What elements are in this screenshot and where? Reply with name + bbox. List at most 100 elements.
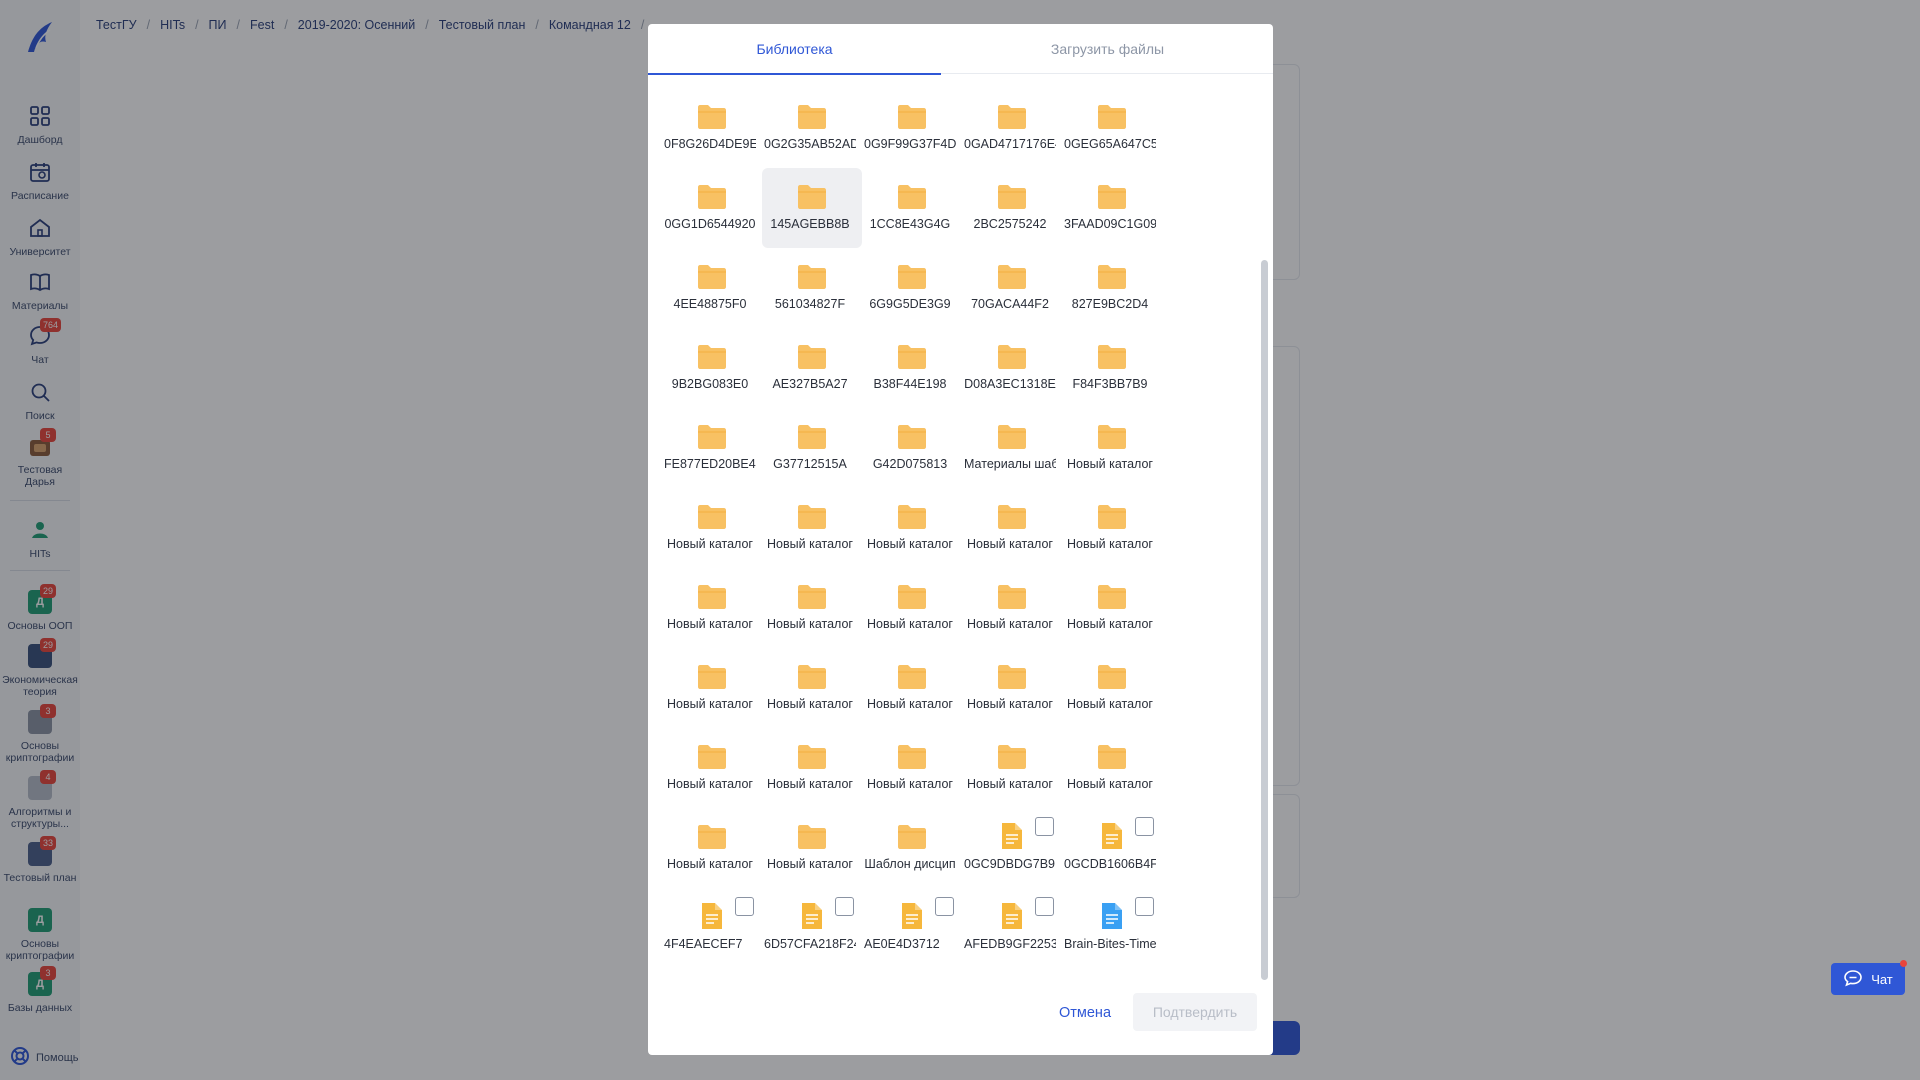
folder-item[interactable]: Новый каталог bbox=[1062, 488, 1162, 568]
item-name: Новый каталог bbox=[667, 697, 753, 711]
select-checkbox[interactable] bbox=[1035, 897, 1054, 916]
item-name: AE0E4D3712 bbox=[864, 937, 940, 951]
item-name: Материалы шаб bbox=[964, 457, 1056, 471]
folder-item[interactable]: 4EE48875F0 bbox=[662, 248, 762, 328]
folder-item[interactable]: 0GG1D6544920 bbox=[662, 168, 762, 248]
file-item[interactable]: AE0E4D3712 bbox=[862, 888, 962, 968]
modal-tabs: Библиотека Загрузить файлы bbox=[648, 24, 1273, 75]
folder-item[interactable]: Новый каталог bbox=[662, 648, 762, 728]
item-name: Новый каталог bbox=[1067, 617, 1153, 631]
folder-icon bbox=[996, 743, 1028, 771]
folder-item[interactable]: 3FAAD09C1G09 bbox=[1062, 168, 1162, 248]
folder-item[interactable]: F84F3BB7B9 bbox=[1062, 328, 1162, 408]
folder-item[interactable]: Новый каталог bbox=[762, 488, 862, 568]
file-item[interactable]: 6D57CFA218F24 bbox=[762, 888, 862, 968]
select-checkbox[interactable] bbox=[835, 897, 854, 916]
folder-item[interactable]: B38F44E198 bbox=[862, 328, 962, 408]
folder-icon bbox=[996, 343, 1028, 371]
folder-item[interactable]: 0G2G35AB52AD bbox=[762, 88, 862, 168]
folder-item[interactable]: 827E9BC2D4 bbox=[1062, 248, 1162, 328]
file-item[interactable]: AFEDB9GF2253 bbox=[962, 888, 1062, 968]
folder-item[interactable]: AE327B5A27 bbox=[762, 328, 862, 408]
folder-item[interactable]: Новый каталог bbox=[962, 648, 1062, 728]
select-checkbox[interactable] bbox=[1135, 897, 1154, 916]
folder-item[interactable]: 1CC8E43G4G bbox=[862, 168, 962, 248]
item-name: Новый каталог bbox=[867, 777, 953, 791]
folder-icon bbox=[896, 743, 928, 771]
scrollbar-thumb[interactable] bbox=[1261, 260, 1268, 980]
folder-icon bbox=[796, 343, 828, 371]
folder-item[interactable]: 2BC2575242 bbox=[962, 168, 1062, 248]
library-grid: 0F8G26D4DE9E 0G2G35AB52AD 0G9F99G37F4D 0GAD… bbox=[662, 88, 1172, 968]
folder-icon bbox=[896, 663, 928, 691]
folder-icon bbox=[696, 743, 728, 771]
item-name: 4EE48875F0 bbox=[673, 297, 747, 311]
item-name: Новый каталог bbox=[767, 617, 853, 631]
chat-float-button[interactable]: Чат bbox=[1831, 960, 1907, 995]
file-item[interactable]: 4F4EAECEF7 bbox=[662, 888, 762, 968]
folder-item[interactable]: Новый каталог bbox=[662, 568, 762, 648]
folder-item[interactable]: Новый каталог bbox=[862, 488, 962, 568]
folder-item[interactable]: 6G9G5DE3G9 bbox=[862, 248, 962, 328]
folder-item[interactable]: Новый каталог bbox=[662, 728, 762, 808]
folder-item[interactable]: 145AGEBB8B bbox=[762, 168, 862, 248]
folder-item[interactable]: Новый каталог bbox=[762, 648, 862, 728]
tab-upload-files[interactable]: Загрузить файлы bbox=[961, 24, 1254, 74]
folder-item[interactable]: Новый каталог bbox=[862, 728, 962, 808]
item-name: 0GAD4717176E4 bbox=[964, 137, 1056, 151]
select-checkbox[interactable] bbox=[1035, 817, 1054, 836]
item-name: Новый каталог bbox=[767, 777, 853, 791]
item-name: Новый каталог bbox=[1067, 537, 1153, 551]
folder-icon bbox=[996, 103, 1028, 131]
item-name: Новый каталог bbox=[967, 617, 1053, 631]
select-checkbox[interactable] bbox=[1135, 817, 1154, 836]
folder-item[interactable]: Новый каталог bbox=[1062, 728, 1162, 808]
folder-item[interactable]: Новый каталог bbox=[862, 568, 962, 648]
folder-item[interactable]: 0G9F99G37F4D bbox=[862, 88, 962, 168]
select-checkbox[interactable] bbox=[935, 897, 954, 916]
folder-item[interactable]: FE877ED20BE40 bbox=[662, 408, 762, 488]
folder-item[interactable]: G37712515A bbox=[762, 408, 862, 488]
folder-item[interactable]: Новый каталог bbox=[662, 808, 762, 888]
file-item[interactable]: 0GCDB1606B4F bbox=[1062, 808, 1162, 888]
folder-item[interactable]: D08A3EC1318E bbox=[962, 328, 1062, 408]
item-name: 4F4EAECEF7 bbox=[664, 937, 743, 951]
tab-library[interactable]: Библиотека bbox=[648, 24, 941, 75]
folder-item[interactable]: Новый каталог bbox=[762, 808, 862, 888]
folder-icon bbox=[696, 423, 728, 451]
item-name: 9B2BG083E0 bbox=[671, 377, 749, 391]
select-checkbox[interactable] bbox=[735, 897, 754, 916]
folder-item[interactable]: G42D075813 bbox=[862, 408, 962, 488]
item-name: 2BC2575242 bbox=[973, 217, 1047, 231]
folder-item[interactable]: Новый каталог bbox=[962, 488, 1062, 568]
folder-item[interactable]: Шаблон дисцип bbox=[862, 808, 962, 888]
folder-icon bbox=[796, 503, 828, 531]
file-item[interactable]: Brain-Bites-Time bbox=[1062, 888, 1162, 968]
folder-item[interactable]: 70GACA44F2 bbox=[962, 248, 1062, 328]
item-name: Brain-Bites-Time bbox=[1064, 937, 1156, 951]
file-item[interactable]: 0GC9DBDG7B9 bbox=[962, 808, 1062, 888]
folder-item[interactable]: Материалы шаб bbox=[962, 408, 1062, 488]
folder-item[interactable]: 0GEG65A647C5 bbox=[1062, 88, 1162, 168]
folder-item[interactable]: 9B2BG083E0 bbox=[662, 328, 762, 408]
folder-icon bbox=[1096, 343, 1128, 371]
cancel-button[interactable]: Отмена bbox=[1031, 995, 1139, 1031]
folder-item[interactable]: Новый каталог bbox=[762, 568, 862, 648]
folder-icon bbox=[996, 583, 1028, 611]
item-name: 0GG1D6544920 bbox=[664, 217, 756, 231]
item-name: 1CC8E43G4G bbox=[869, 217, 951, 231]
folder-item[interactable]: Новый каталог bbox=[862, 648, 962, 728]
folder-icon bbox=[1096, 503, 1128, 531]
folder-item[interactable]: Новый каталог bbox=[662, 488, 762, 568]
item-name: Новый каталог bbox=[767, 857, 853, 871]
folder-item[interactable]: Новый каталог bbox=[1062, 568, 1162, 648]
confirm-button[interactable]: Подтвердить bbox=[1133, 993, 1257, 1031]
folder-item[interactable]: Новый каталог bbox=[962, 568, 1062, 648]
folder-item[interactable]: 561034827F bbox=[762, 248, 862, 328]
folder-item[interactable]: Новый каталог bbox=[962, 728, 1062, 808]
folder-item[interactable]: 0GAD4717176E4 bbox=[962, 88, 1062, 168]
folder-item[interactable]: 0F8G26D4DE9E bbox=[662, 88, 762, 168]
folder-item[interactable]: Новый каталог bbox=[762, 728, 862, 808]
folder-item[interactable]: Новый каталог bbox=[1062, 408, 1162, 488]
folder-item[interactable]: Новый каталог bbox=[1062, 648, 1162, 728]
